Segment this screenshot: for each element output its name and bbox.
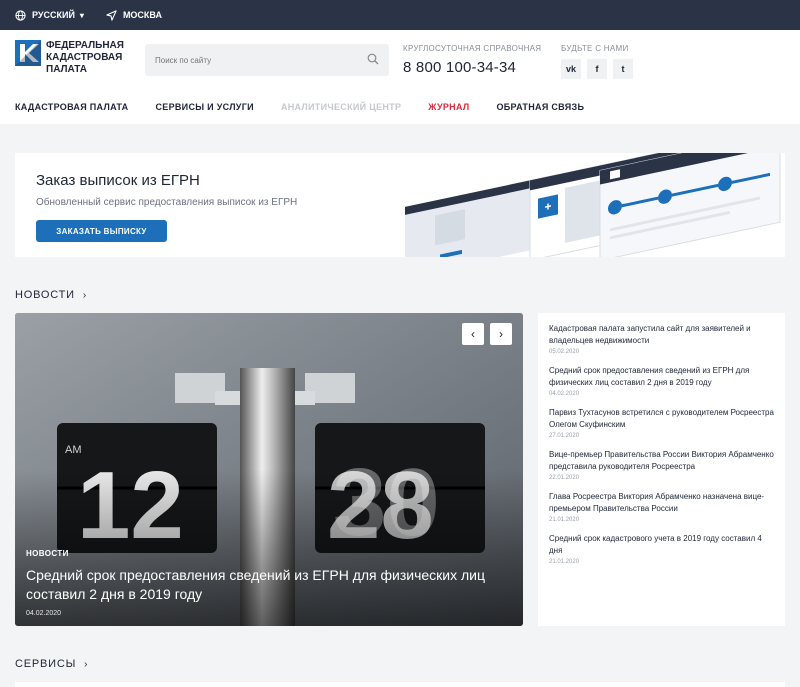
banner-illustration [405, 153, 781, 257]
top-bar: РУССКИЙ ▾ МОСКВА [0, 0, 800, 30]
nav-item-journal[interactable]: ЖУРНАЛ [428, 102, 469, 112]
language-selector[interactable]: РУССКИЙ ▾ [15, 9, 84, 21]
news-title[interactable]: Парвиз Тухтасунов встретился с руководит… [549, 407, 774, 431]
news-title[interactable]: Глава Росреестра Виктория Абрамченко наз… [549, 491, 774, 515]
order-extract-button[interactable]: ЗАКАЗАТЬ ВЫПИСКУ [36, 220, 167, 242]
hotline-label: КРУГЛОСУТОЧНАЯ СПРАВОЧНАЯ [403, 44, 542, 53]
list-item[interactable]: Средний срок кадастрового учета в 2019 г… [549, 533, 774, 565]
services-section-title[interactable]: СЕРВИСЫ › [15, 658, 88, 670]
hotline-phone[interactable]: 8 800 100-34-34 [403, 59, 541, 76]
news-date: 22.01.2020 [549, 475, 580, 481]
news-section-title[interactable]: НОВОСТИ › [15, 289, 87, 301]
nav-item-analytics[interactable]: АНАЛИТИЧЕСКИЙ ЦЕНТР [281, 102, 401, 112]
news-list: Кадастровая палата запустила сайт для за… [538, 313, 785, 626]
news-date: 27.01.2020 [549, 433, 580, 439]
services-title-text: СЕРВИСЫ [15, 658, 77, 670]
news-title[interactable]: Кадастровая палата запустила сайт для за… [549, 323, 774, 347]
hotline: КРУГЛОСУТОЧНАЯ СПРАВОЧНАЯ 8 800 100-34-3… [403, 44, 541, 76]
globe-icon [15, 9, 26, 21]
slider-next-button[interactable]: › [490, 323, 512, 345]
nav-item-feedback[interactable]: ОБРАТНАЯ СВЯЗЬ [496, 102, 584, 112]
banner-subtitle: Обновленный сервис предоставления выписо… [36, 197, 298, 208]
egrn-banner: Заказ выписок из ЕГРН Обновленный сервис… [15, 153, 785, 257]
list-item[interactable]: Глава Росреестра Виктория Абрамченко наз… [549, 491, 774, 523]
news-title[interactable]: Средний срок предоставления сведений из … [549, 365, 774, 389]
news-date: 21.01.2020 [549, 559, 580, 565]
list-item[interactable]: Кадастровая палата запустила сайт для за… [549, 323, 774, 355]
twitter-icon[interactable]: t [613, 59, 633, 79]
services-panel [15, 682, 785, 687]
news-title[interactable]: Вице-премьер Правительства России Виктор… [549, 449, 774, 473]
featured-news-slider[interactable]: AM 12 28 30 ‹ › НОВОСТИ Средний срок пре… [15, 313, 523, 626]
chevron-right-icon: › [84, 658, 89, 670]
featured-tag: НОВОСТИ [26, 549, 69, 558]
list-item[interactable]: Средний срок предоставления сведений из … [549, 365, 774, 397]
site-logo[interactable]: Федеральная кадастровая палата [15, 40, 141, 76]
chevron-right-icon: › [82, 289, 87, 301]
social-block: БУДЬТЕ С НАМИ vk f t [561, 44, 639, 79]
nav-item-services[interactable]: СЕРВИСЫ И УСЛУГИ [155, 102, 253, 112]
featured-date: 04.02.2020 [26, 610, 62, 617]
news-date: 05.02.2020 [549, 349, 580, 355]
chevron-down-icon: ▾ [79, 10, 84, 20]
logo-text: Федеральная кадастровая палата [46, 40, 124, 75]
main-nav: КАДАСТРОВАЯ ПАЛАТА СЕРВИСЫ И УСЛУГИ АНАЛ… [15, 102, 611, 112]
kadastr-logo-icon [15, 40, 41, 66]
location-arrow-icon [106, 9, 117, 21]
news-title[interactable]: Средний срок кадастрового учета в 2019 г… [549, 533, 774, 557]
news-date: 04.02.2020 [549, 391, 580, 397]
featured-headline[interactable]: Средний срок предоставления сведений из … [26, 566, 516, 604]
slider-prev-button[interactable]: ‹ [462, 323, 484, 345]
location-selector[interactable]: МОСКВА [106, 9, 162, 21]
social-label: БУДЬТЕ С НАМИ [561, 44, 629, 53]
search-icon[interactable] [367, 53, 379, 65]
vk-icon[interactable]: vk [561, 59, 581, 79]
search-input[interactable] [155, 55, 355, 65]
news-date: 21.01.2020 [549, 517, 580, 523]
location-label: МОСКВА [122, 10, 162, 20]
language-label: РУССКИЙ [32, 10, 75, 20]
search-box [145, 44, 389, 76]
facebook-icon[interactable]: f [587, 59, 607, 79]
news-title-text: НОВОСТИ [15, 289, 75, 301]
list-item[interactable]: Вице-премьер Правительства России Виктор… [549, 449, 774, 481]
list-item[interactable]: Парвиз Тухтасунов встретился с руководит… [549, 407, 774, 439]
nav-item-kadastr-palata[interactable]: КАДАСТРОВАЯ ПАЛАТА [15, 102, 128, 112]
banner-title: Заказ выписок из ЕГРН [36, 172, 200, 189]
